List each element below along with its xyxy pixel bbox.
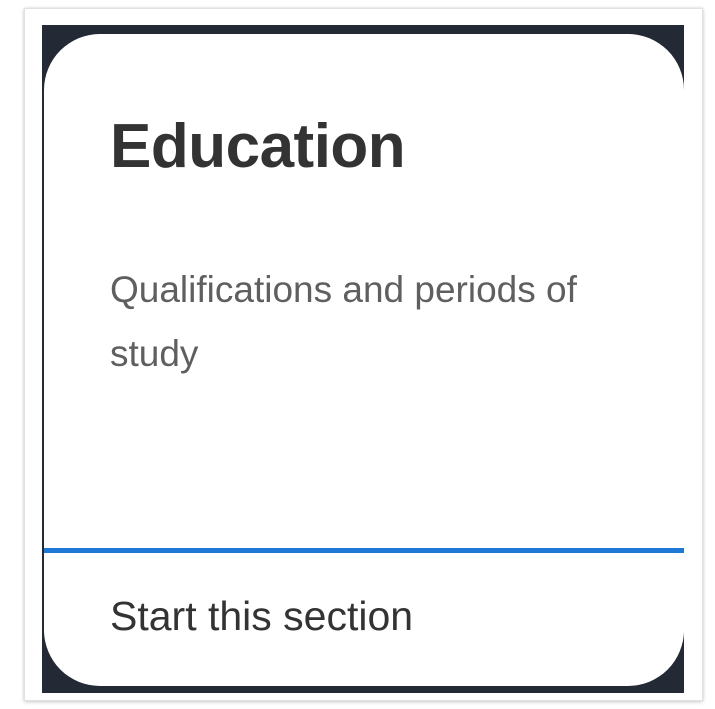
start-section-link[interactable]: Start this section (44, 553, 684, 686)
section-title: Education (110, 112, 406, 181)
start-section-label: Start this section (110, 593, 414, 639)
section-card: Education Qualifications and periods of … (44, 34, 684, 686)
section-description: Qualifications and periods of study (110, 269, 577, 374)
